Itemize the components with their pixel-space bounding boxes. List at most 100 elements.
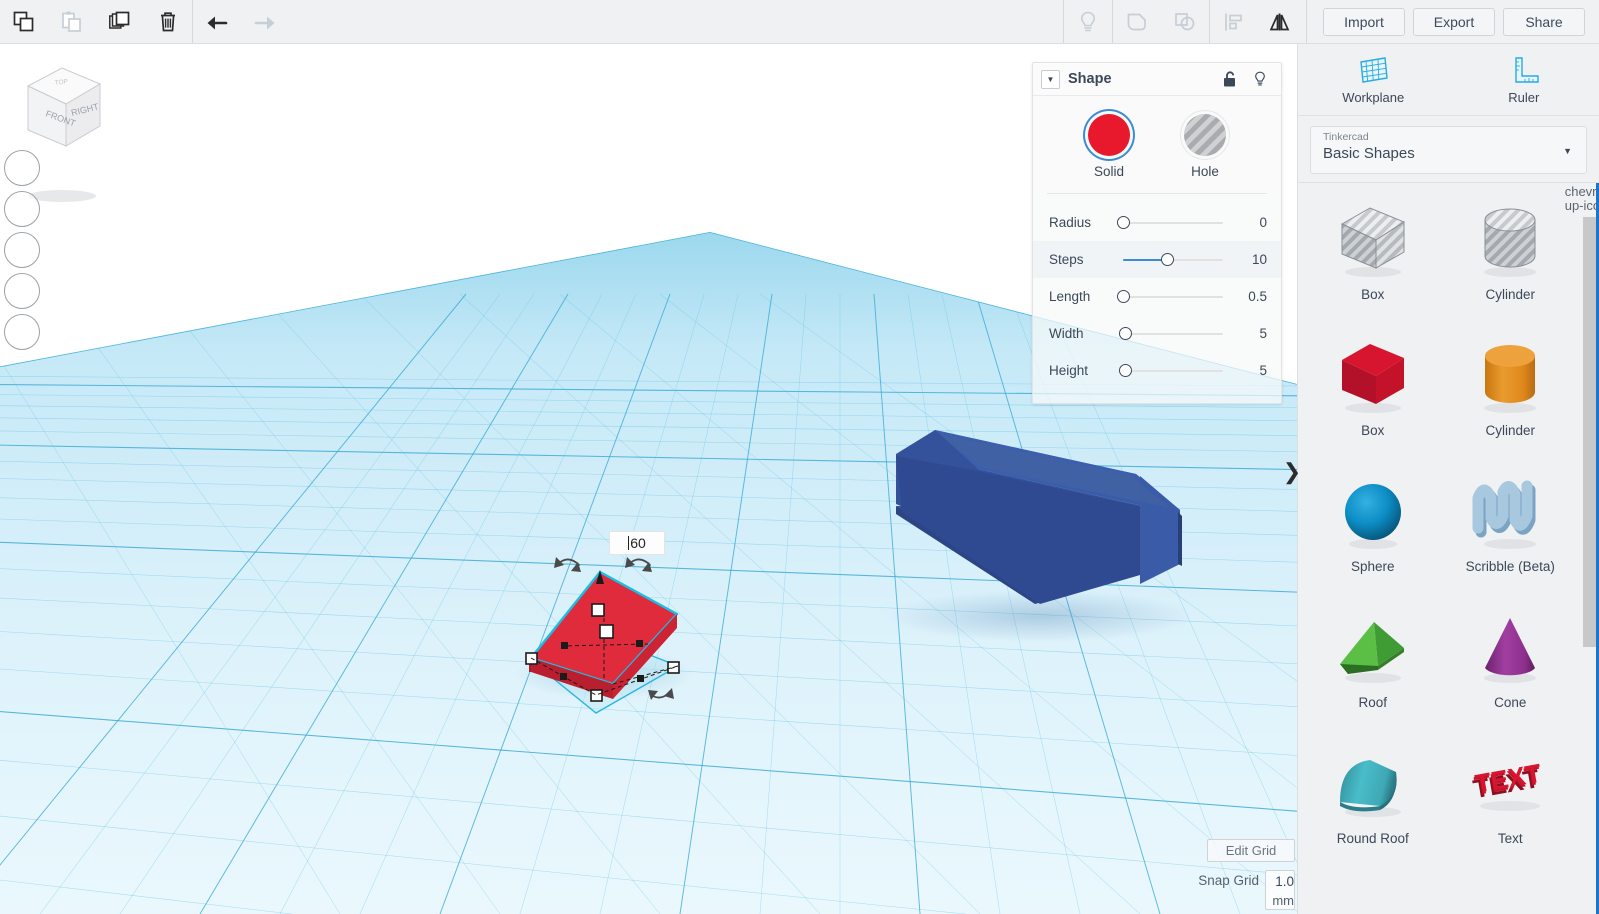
library-item-text[interactable]: TEXT TEXT TEXT Text <box>1442 733 1580 869</box>
width-knob[interactable] <box>1119 326 1132 340</box>
mirror-icon <box>1269 13 1290 30</box>
solid-mode[interactable]: Solid <box>1088 114 1130 179</box>
width-track[interactable] <box>1119 326 1223 341</box>
snap-grid-field[interactable]: 1.0 mm <box>1265 870 1295 910</box>
edit-grid-button[interactable]: Edit Grid <box>1207 839 1295 862</box>
lightbulb-icon <box>1080 11 1096 31</box>
rail-tool-row: Workplane Ruler <box>1298 44 1599 116</box>
library-item-label: Sphere <box>1350 559 1395 574</box>
library-item-box-solid[interactable]: Box <box>1304 325 1442 461</box>
shape-panel-body: Solid Hole <box>1033 96 1281 194</box>
hole-mode[interactable]: Hole <box>1184 114 1226 179</box>
snap-grid-unit: mm <box>1272 893 1294 908</box>
zoom-out-button[interactable] <box>4 273 40 309</box>
redo-button[interactable] <box>241 0 289 43</box>
shape-library-panel: Box Cylinder Box Cylinder Sphere Scribbl… <box>1298 182 1599 914</box>
view-cube[interactable]: FRONT RIGHT TOP <box>12 58 112 158</box>
hole-swatch <box>1184 114 1226 156</box>
action-button-group: Import Export Share <box>1307 0 1599 43</box>
round-roof-icon <box>1327 743 1419 829</box>
undo-button[interactable] <box>193 0 241 43</box>
zoom-fit-button[interactable] <box>4 191 40 227</box>
library-item-cylinder-solid[interactable]: Cylinder <box>1442 325 1580 461</box>
right-sidebar: Workplane Ruler Tinkercad Basic Shapes ▼… <box>1297 44 1599 914</box>
group-button[interactable] <box>1113 0 1161 43</box>
snap-grid-label: Snap Grid <box>1198 873 1259 888</box>
align-button[interactable] <box>1210 0 1258 43</box>
snap-grid-value: 1.0 <box>1275 874 1294 889</box>
ungroup-button[interactable] <box>1161 0 1209 43</box>
workplane-tool-label: Workplane <box>1342 90 1405 105</box>
mirror-button[interactable] <box>1258 0 1306 43</box>
home-view-button[interactable] <box>4 150 40 186</box>
steps-knob[interactable] <box>1161 252 1174 266</box>
orbit-button[interactable] <box>4 314 40 350</box>
steps-track[interactable] <box>1123 252 1223 267</box>
width-value: 5 <box>1259 326 1267 341</box>
import-button[interactable]: Import <box>1323 7 1405 36</box>
collapse-panel-chevron[interactable]: ❯ <box>1283 452 1301 492</box>
height-value: 5 <box>1259 363 1267 378</box>
scrollbar-track[interactable] <box>1583 217 1597 914</box>
radius-knob[interactable] <box>1117 215 1130 229</box>
height-knob[interactable] <box>1119 363 1132 377</box>
chevron-down-icon[interactable]: ▼ <box>1563 146 1572 156</box>
library-item-label: Scribble (Beta) <box>1465 559 1555 574</box>
library-item-scribble[interactable]: Scribble (Beta) <box>1442 461 1580 597</box>
steps-label: Steps <box>1049 252 1084 267</box>
library-item-cone[interactable]: Cone <box>1442 597 1580 733</box>
rotation-value: 60 <box>630 535 646 551</box>
view-nav-buttons <box>4 150 40 355</box>
shape-library-grid: Box Cylinder Box Cylinder Sphere Scribbl… <box>1298 183 1581 914</box>
share-button[interactable]: Share <box>1503 7 1585 36</box>
ruler-tool-label: Ruler <box>1508 90 1540 105</box>
box-solid-icon <box>1327 335 1419 421</box>
copy-button[interactable] <box>0 0 48 43</box>
lightbulb-icon[interactable] <box>1249 68 1271 90</box>
library-item-roof[interactable]: Roof <box>1304 597 1442 733</box>
delete-button[interactable] <box>144 0 192 43</box>
sphere-icon <box>1327 471 1419 557</box>
scrollbar-thumb[interactable] <box>1583 217 1597 647</box>
library-item-round-roof[interactable]: Round Roof <box>1304 733 1442 869</box>
radius-track[interactable] <box>1117 215 1223 230</box>
workplane-tool[interactable]: Workplane <box>1298 44 1449 115</box>
chevron-up-icon[interactable]: chevron-up-icon <box>1565 185 1599 213</box>
solid-mode-label: Solid <box>1093 164 1125 179</box>
library-item-cylinder-hole[interactable]: Cylinder <box>1442 189 1580 325</box>
export-button[interactable]: Export <box>1413 7 1495 36</box>
width-label: Width <box>1049 326 1084 341</box>
library-item-label: Round Roof <box>1336 831 1409 846</box>
duplicate-button[interactable] <box>96 0 144 43</box>
tinkercad-editor: Import Export Share FRONT RIGHT TOP 60 E… <box>0 0 1599 914</box>
library-item-label: Box <box>1361 287 1385 302</box>
ruler-tool[interactable]: Ruler <box>1449 44 1599 115</box>
shape-panel-header: ▼ Shape <box>1033 63 1281 96</box>
length-knob[interactable] <box>1117 289 1130 303</box>
library-item-sphere[interactable]: Sphere <box>1304 461 1442 597</box>
unlock-icon[interactable] <box>1219 68 1241 90</box>
text3d-icon: TEXT TEXT TEXT <box>1464 743 1556 829</box>
shape-mode-group: Solid Hole <box>1033 96 1281 193</box>
slider-row-height: Height 5 <box>1033 352 1281 389</box>
copy-icon <box>13 11 34 31</box>
shape-library-select[interactable]: Tinkercad Basic Shapes ▼ <box>1310 126 1587 174</box>
rotation-value-input[interactable]: 60 <box>609 531 665 555</box>
trash-icon <box>161 11 175 31</box>
radius-value: 0 <box>1259 215 1267 230</box>
zoom-in-button[interactable] <box>4 232 40 268</box>
edit-tool-group <box>0 0 192 43</box>
chevron-down-icon[interactable]: ▼ <box>1041 69 1060 89</box>
paste-button[interactable] <box>48 0 96 43</box>
hint-button[interactable] <box>1064 0 1112 43</box>
grid-controls: Edit Grid Snap Grid 1.0 mm <box>1198 839 1295 910</box>
roof-icon <box>1327 607 1419 693</box>
history-tool-group <box>193 0 289 43</box>
length-track[interactable] <box>1117 289 1223 304</box>
library-item-label: Text <box>1497 831 1523 846</box>
height-track[interactable] <box>1119 363 1223 378</box>
ruler-icon <box>1515 57 1539 83</box>
library-item-box-hole[interactable]: Box <box>1304 189 1442 325</box>
library-item-label: Cone <box>1494 695 1527 710</box>
